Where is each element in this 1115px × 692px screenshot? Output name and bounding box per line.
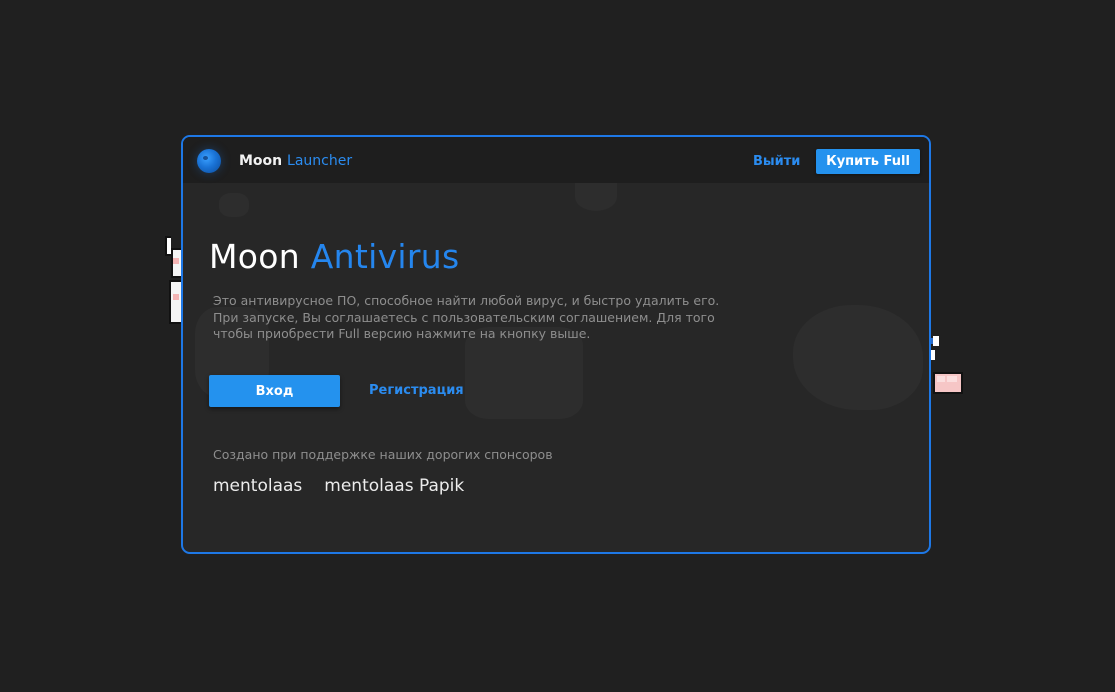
app-title: Moon Launcher [239,153,352,169]
app-name: Moon [239,153,283,169]
background-decoration [575,183,617,211]
logout-link[interactable]: Выйти [753,154,800,169]
sponsor-name: mentolaas [213,476,303,496]
background-decoration [793,305,923,410]
desktop-background: Moon Launcher Выйти Купить Full Moon Ant… [0,0,1115,692]
register-link[interactable]: Регистрация [369,383,464,398]
app-name-accent: Launcher [287,153,353,169]
page-title: Moon Antivirus [209,237,459,276]
moon-icon [197,149,221,173]
description: Это антивирусное ПО, способное найти люб… [213,293,733,343]
sponsor-name: mentolaas Papik [324,476,465,496]
buy-full-button[interactable]: Купить Full [816,149,920,174]
page-title-accent: Antivirus [310,237,460,276]
sponsors-caption: Создано при поддержке наших дорогих спон… [213,447,553,462]
launcher-window: Moon Launcher Выйти Купить Full Moon Ant… [181,135,931,554]
page-title-main: Moon [209,237,300,276]
description-line: При запуске, Вы соглашаетесь с пользоват… [213,309,715,325]
description-line: Это антивирусное ПО, способное найти люб… [213,293,720,308]
login-button[interactable]: Вход [209,375,340,407]
description-line: чтобы приобрести Full версию нажмите на … [213,326,591,341]
mascot-right-icon [927,326,963,394]
background-decoration [219,193,249,217]
title-bar: Moon Launcher Выйти Купить Full [183,137,929,183]
sponsors-list: mentolaas mentolaas Papik [213,476,464,496]
